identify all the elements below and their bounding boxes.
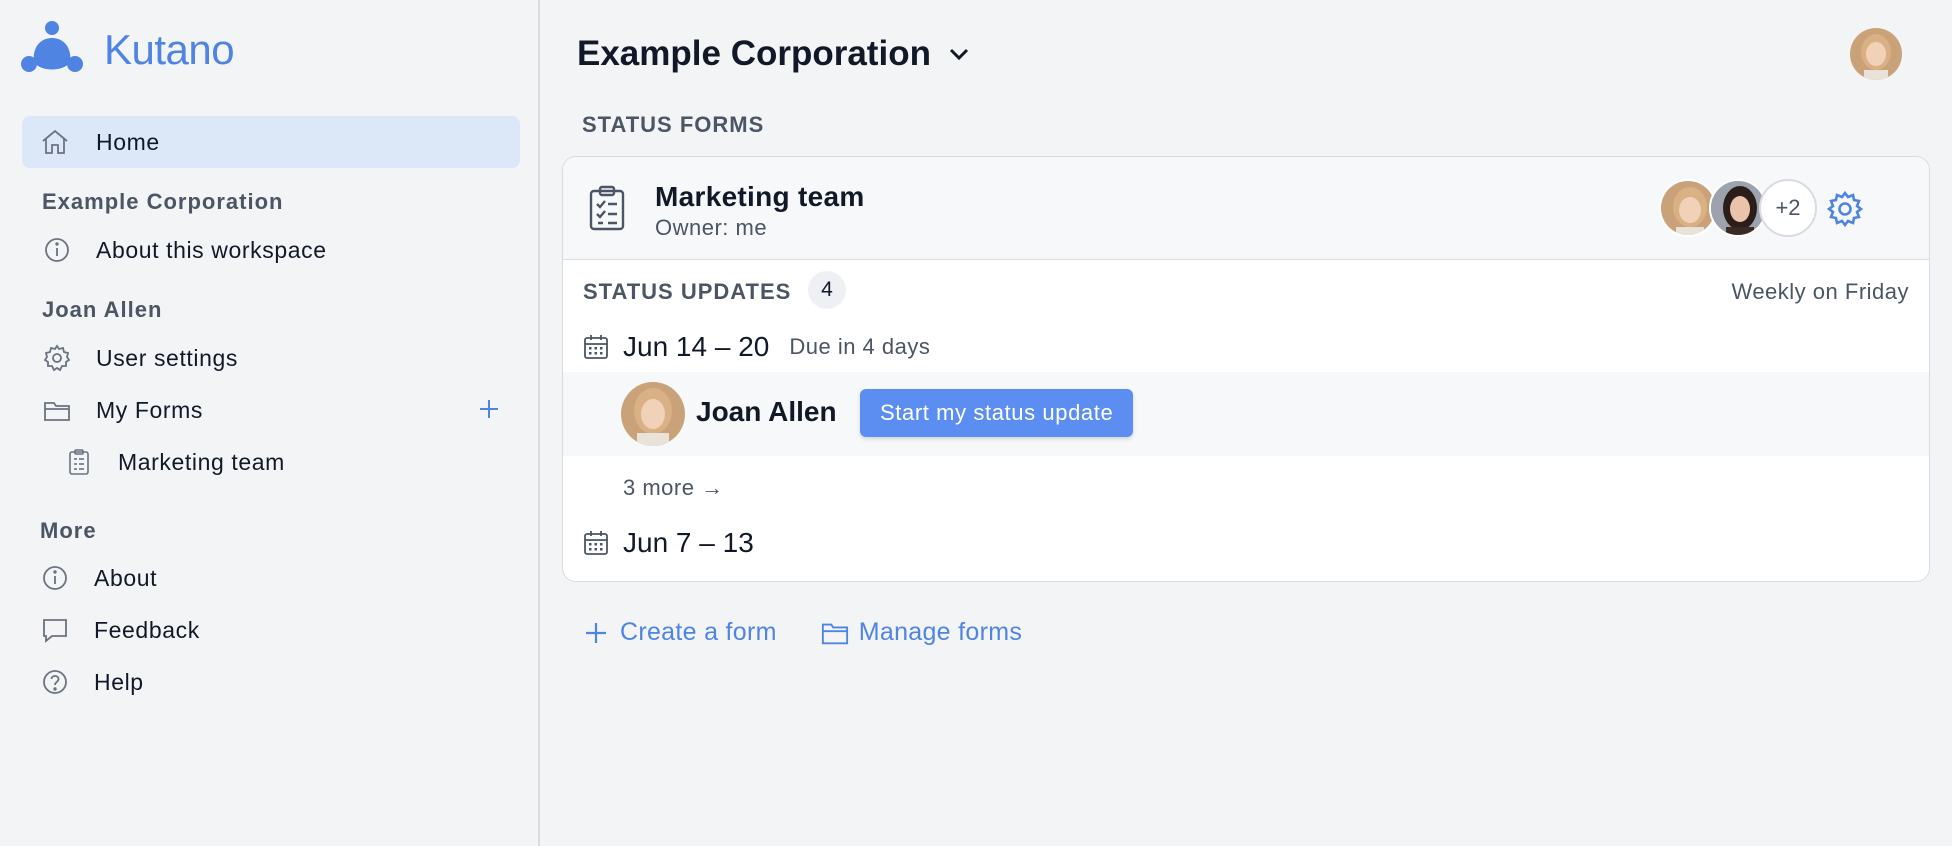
folder-icon bbox=[42, 395, 72, 425]
sidebar-item-label: About bbox=[94, 564, 158, 591]
week-row-previous[interactable]: Jun 7 – 13 bbox=[583, 527, 754, 559]
user-status-row: Joan Allen Start my status update bbox=[563, 372, 1929, 456]
form-card: Marketing team Owner: me +2 STATUS UPDAT… bbox=[562, 156, 1930, 582]
sidebar-item-label: Help bbox=[94, 668, 144, 695]
sidebar-item-about[interactable]: About bbox=[22, 552, 520, 604]
manage-forms-label: Manage forms bbox=[858, 618, 1023, 646]
sidebar-section-more: More bbox=[40, 518, 97, 543]
sidebar-item-my-forms[interactable]: My Forms bbox=[22, 384, 520, 436]
chat-bubble-icon bbox=[40, 615, 70, 645]
week-row-current[interactable]: Jun 14 – 20 Due in 4 days bbox=[583, 331, 930, 363]
app-window: Kutano Home Example Corporation About th… bbox=[0, 0, 1952, 846]
brand-name: Kutano bbox=[104, 26, 235, 73]
gear-icon[interactable] bbox=[1825, 189, 1865, 229]
sidebar-item-marketing-team[interactable]: Marketing team bbox=[42, 436, 520, 488]
sidebar-item-label: About this workspace bbox=[96, 236, 327, 263]
create-form-link[interactable]: Create a form bbox=[582, 618, 777, 647]
page-title: Example Corporation bbox=[577, 34, 931, 73]
sidebar-section-user: Joan Allen bbox=[42, 297, 163, 322]
sidebar: Kutano Home Example Corporation About th… bbox=[0, 0, 540, 846]
form-title: Marketing team bbox=[655, 181, 865, 212]
sidebar-item-help[interactable]: Help bbox=[22, 656, 520, 708]
due-text: Due in 4 days bbox=[789, 334, 931, 359]
home-icon bbox=[40, 127, 70, 157]
user-avatar[interactable] bbox=[1850, 28, 1902, 80]
plus-icon bbox=[586, 622, 606, 643]
main-content: Example Corporation STATUS FORMS Marketi… bbox=[542, 0, 1952, 846]
more-updates-link[interactable]: 3 more → bbox=[623, 475, 724, 501]
sidebar-item-label: Feedback bbox=[94, 616, 200, 643]
form-owner: Owner: me bbox=[655, 215, 768, 240]
status-updates-heading: STATUS UPDATES bbox=[583, 279, 792, 304]
status-updates-count-badge: 4 bbox=[808, 271, 846, 309]
sidebar-item-label: User settings bbox=[96, 344, 239, 371]
form-card-header[interactable]: Marketing team Owner: me +2 bbox=[563, 157, 1929, 260]
plus-icon bbox=[480, 400, 498, 418]
sidebar-item-label: Home bbox=[96, 128, 160, 155]
form-actions: Create a form Manage forms bbox=[582, 618, 1066, 647]
sidebar-item-label: Marketing team bbox=[118, 448, 285, 475]
brand[interactable]: Kutano bbox=[20, 18, 235, 82]
user-name: Joan Allen bbox=[696, 396, 837, 427]
sidebar-item-about-workspace[interactable]: About this workspace bbox=[22, 224, 520, 276]
status-forms-heading: STATUS FORMS bbox=[582, 112, 765, 137]
avatar bbox=[621, 382, 685, 446]
folder-icon bbox=[821, 623, 848, 644]
add-form-button[interactable] bbox=[476, 396, 502, 422]
workspace-switcher[interactable]: Example Corporation bbox=[577, 34, 973, 74]
member-avatars[interactable]: +2 bbox=[1659, 179, 1817, 237]
calendar-icon bbox=[584, 531, 608, 555]
clipboard-icon bbox=[589, 185, 625, 231]
sidebar-section-workspace: Example Corporation bbox=[42, 189, 284, 214]
schedule-text: Weekly on Friday bbox=[1731, 279, 1909, 304]
create-form-label: Create a form bbox=[620, 618, 777, 646]
sidebar-item-label: My Forms bbox=[96, 396, 204, 423]
avatar-photo-icon bbox=[1850, 28, 1902, 80]
sidebar-item-home[interactable]: Home bbox=[22, 116, 520, 168]
sidebar-item-user-settings[interactable]: User settings bbox=[22, 332, 520, 384]
chevron-down-icon bbox=[949, 48, 969, 61]
start-status-update-button[interactable]: Start my status update bbox=[860, 389, 1134, 437]
calendar-icon bbox=[584, 335, 608, 359]
info-icon bbox=[40, 563, 70, 593]
manage-forms-link[interactable]: Manage forms bbox=[821, 618, 1022, 647]
gear-icon bbox=[42, 343, 72, 373]
kutano-logo-icon bbox=[21, 21, 83, 72]
week-range: Jun 7 – 13 bbox=[623, 527, 754, 558]
clipboard-icon bbox=[64, 447, 94, 477]
info-icon bbox=[42, 235, 72, 265]
week-range: Jun 14 – 20 bbox=[623, 331, 770, 362]
avatar-photo-icon bbox=[621, 382, 685, 446]
extra-members-count: +2 bbox=[1759, 179, 1817, 237]
sidebar-item-feedback[interactable]: Feedback bbox=[22, 604, 520, 656]
question-icon bbox=[40, 667, 70, 697]
